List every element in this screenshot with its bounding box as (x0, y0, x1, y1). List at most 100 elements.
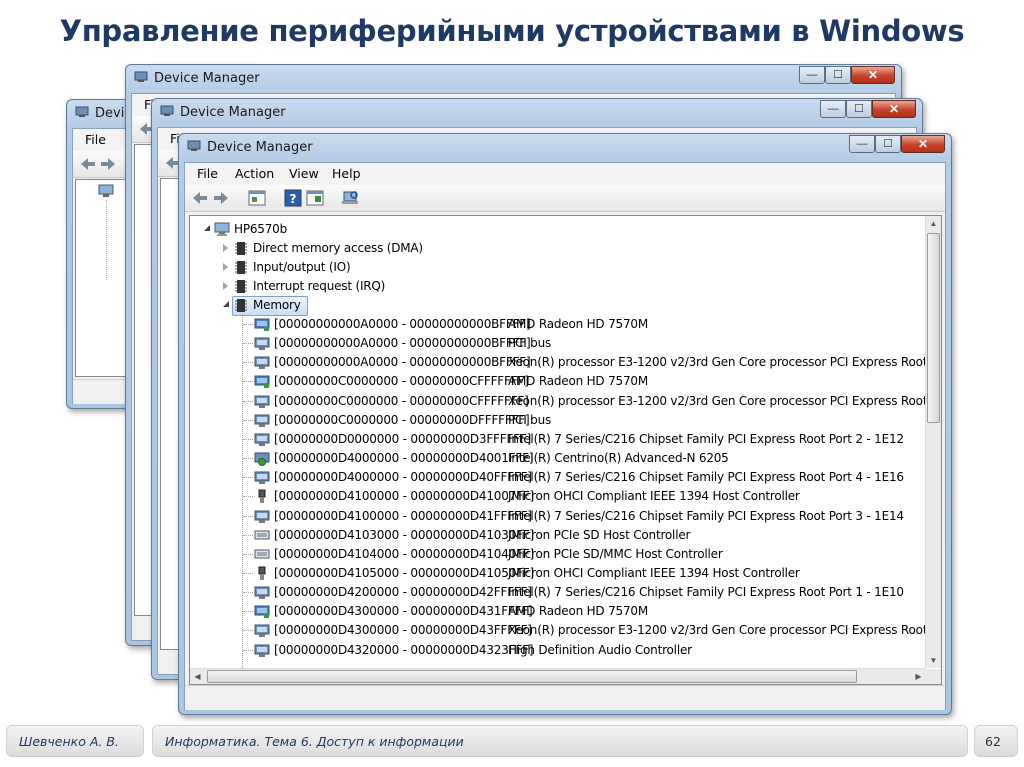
memory-resource-row[interactable]: [00000000D4100000 - 00000000D41007FF] JMi… (190, 487, 926, 506)
tree-branch-line (243, 534, 253, 536)
menu-view[interactable]: View (289, 166, 319, 181)
minimize-button[interactable]: — (799, 66, 825, 84)
memory-range: [00000000C0000000 - 00000000CFFFFFFF] (274, 374, 529, 389)
memory-resource-row[interactable]: [00000000D4100000 - 00000000D41FFFFF] Int… (190, 507, 926, 526)
footer-course: Информатика. Тема 6. Доступ к информации (165, 734, 464, 749)
window-title: Device Manager (154, 71, 260, 86)
memory-resource-row[interactable]: [00000000D4300000 - 00000000D43FFFFF] Xeo… (190, 621, 926, 640)
device-tree[interactable]: HP6570b Direct memory access (DMA) Input… (189, 215, 942, 685)
category-label: Memory (253, 298, 301, 312)
device-name: AMD Radeon HD 7570M (508, 604, 648, 619)
expand-arrow-icon[interactable] (223, 263, 228, 271)
maximize-button[interactable]: ☐ (846, 100, 872, 118)
tree-branch-line (243, 438, 253, 440)
device-name: Xeon(R) processor E3-1200 v2/3rd Gen Cor… (508, 623, 926, 638)
memory-resource-row[interactable]: [00000000D4320000 - 00000000D4323FFF] Hig… (190, 641, 926, 660)
memory-range: [00000000D4200000 - 00000000D42FFFFF] (274, 585, 532, 600)
scan-hardware-changes-icon[interactable] (341, 189, 359, 207)
close-button[interactable]: ✕ (872, 100, 916, 118)
expand-arrow-icon[interactable] (223, 282, 228, 290)
device-name: Intel(R) 7 Series/C216 Chipset Family PC… (508, 470, 904, 485)
memory-range: [00000000000A0000 - 00000000000BFFFF] (274, 355, 531, 370)
minimize-button[interactable]: — (849, 135, 875, 153)
help-icon[interactable]: ? (284, 189, 302, 207)
menu-file[interactable]: File (85, 132, 106, 147)
back-arrow-icon[interactable] (191, 189, 209, 207)
display-adapter-icon (254, 604, 270, 619)
maximize-button[interactable]: ☐ (825, 66, 851, 84)
forward-arrow-icon[interactable] (99, 155, 117, 173)
maximize-button[interactable]: ☐ (875, 135, 901, 153)
system-device-icon (254, 432, 270, 447)
toolbar: ? (185, 185, 945, 212)
memory-resource-row[interactable]: [00000000000A0000 - 00000000000BFFFF] Xeo… (190, 353, 926, 372)
category-label: Direct memory access (DMA) (253, 241, 423, 255)
close-button[interactable]: ✕ (901, 135, 945, 153)
tree-category-irq[interactable]: Interrupt request (IRQ) (190, 277, 910, 296)
menu-help[interactable]: Help (332, 166, 361, 181)
tree-branch-line (243, 553, 253, 555)
resource-chip-icon (235, 280, 247, 293)
device-name: Intel(R) Centrino(R) Advanced-N 6205 (508, 451, 729, 466)
resource-chip-icon (235, 261, 247, 274)
memory-resource-row[interactable]: [00000000D4104000 - 00000000D41040FF] JMi… (190, 545, 926, 564)
memory-resource-row[interactable]: [00000000C0000000 - 00000000CFFFFFFF] Xeo… (190, 392, 926, 411)
memory-resource-row[interactable]: [00000000000A0000 - 00000000000BFFFF] AMD… (190, 315, 926, 334)
memory-resource-row[interactable]: [00000000D4000000 - 00000000D40FFFFF] Int… (190, 468, 926, 487)
scroll-up-icon[interactable]: ▲ (926, 216, 941, 231)
memory-resource-row[interactable]: [00000000D4200000 - 00000000D42FFFFF] Int… (190, 583, 926, 602)
device-name: JMicron PCIe SD/MMC Host Controller (508, 546, 723, 561)
memory-resource-row[interactable]: [00000000D4105000 - 00000000D41050FF] JMi… (190, 564, 926, 583)
tree-branch-line (243, 362, 253, 364)
minimize-button[interactable]: — (820, 100, 846, 118)
memory-range: [00000000D4000000 - 00000000D40FFFFF] (274, 470, 532, 485)
tree-branch-line (243, 419, 253, 421)
memory-range: [00000000C0000000 - 00000000DFFFFFFF] (274, 412, 530, 427)
system-device-icon (254, 509, 270, 524)
network-adapter-icon (254, 451, 270, 467)
memory-resource-row[interactable]: [00000000D4000000 - 00000000D4001FFF] Int… (190, 449, 926, 468)
show-hide-console-tree-icon[interactable] (248, 189, 266, 207)
tree-category-dma[interactable]: Direct memory access (DMA) (190, 239, 910, 258)
scrollbar-thumb[interactable] (207, 670, 857, 683)
device-manager-window[interactable]: Device Manager — ☐ ✕ File Action View He… (178, 133, 952, 715)
window-client: File Action View Help ? HP6570b Direct m… (184, 162, 946, 710)
tree-branch-line (243, 515, 253, 517)
page-number: 62 (985, 734, 1001, 749)
expand-arrow-icon[interactable] (223, 301, 229, 307)
close-button[interactable]: ✕ (851, 66, 895, 84)
tree-category-memory[interactable]: Memory (190, 296, 910, 316)
vertical-scrollbar[interactable]: ▲ ▼ (925, 216, 941, 668)
tree-root[interactable]: HP6570b (190, 220, 910, 239)
scrollbar-thumb[interactable] (927, 233, 940, 423)
device-name: PCI bus (508, 336, 552, 351)
memory-resource-row[interactable]: [00000000D4300000 - 00000000D431FFFF] AMD… (190, 602, 926, 621)
display-adapter-icon (254, 317, 270, 332)
expand-arrow-icon[interactable] (223, 244, 228, 252)
forward-arrow-icon[interactable] (212, 189, 230, 207)
memory-range: [00000000D4000000 - 00000000D4001FFF] (274, 451, 534, 466)
memory-resource-row[interactable]: [00000000000A0000 - 00000000000BFFFF] PCI… (190, 334, 926, 353)
memory-resource-row[interactable]: [00000000C0000000 - 00000000DFFFFFFF] PCI… (190, 411, 926, 430)
menu-file[interactable]: File (197, 166, 218, 181)
minimize-icon: — (856, 138, 868, 150)
memory-range: [00000000D4100000 - 00000000D41FFFFF] (274, 508, 532, 523)
system-device-icon (254, 623, 270, 638)
menu-action[interactable]: Action (235, 166, 274, 181)
back-arrow-icon[interactable] (79, 155, 97, 173)
tree-category-io[interactable]: Input/output (IO) (190, 258, 910, 277)
properties-icon[interactable] (306, 189, 324, 207)
window-controls: — ☐ ✕ (820, 100, 916, 118)
scroll-down-icon[interactable]: ▼ (926, 653, 941, 668)
memory-resource-row[interactable]: [00000000D4103000 - 00000000D41030FF] JMi… (190, 526, 926, 545)
sd-host-icon (254, 528, 270, 543)
device-name: AMD Radeon HD 7570M (508, 317, 648, 331)
memory-resource-row[interactable]: [00000000C0000000 - 00000000CFFFFFFF] AMD… (190, 372, 926, 391)
memory-resource-row[interactable]: [00000000D0000000 - 00000000D3FFFFFF] Int… (190, 430, 926, 449)
expand-arrow-icon[interactable] (204, 225, 210, 231)
system-device-icon (254, 585, 270, 600)
scroll-left-icon[interactable]: ◀ (190, 669, 205, 684)
horizontal-scrollbar[interactable]: ◀ ▶ (190, 668, 926, 684)
system-device-icon (254, 470, 270, 485)
scroll-right-icon[interactable]: ▶ (911, 669, 926, 684)
